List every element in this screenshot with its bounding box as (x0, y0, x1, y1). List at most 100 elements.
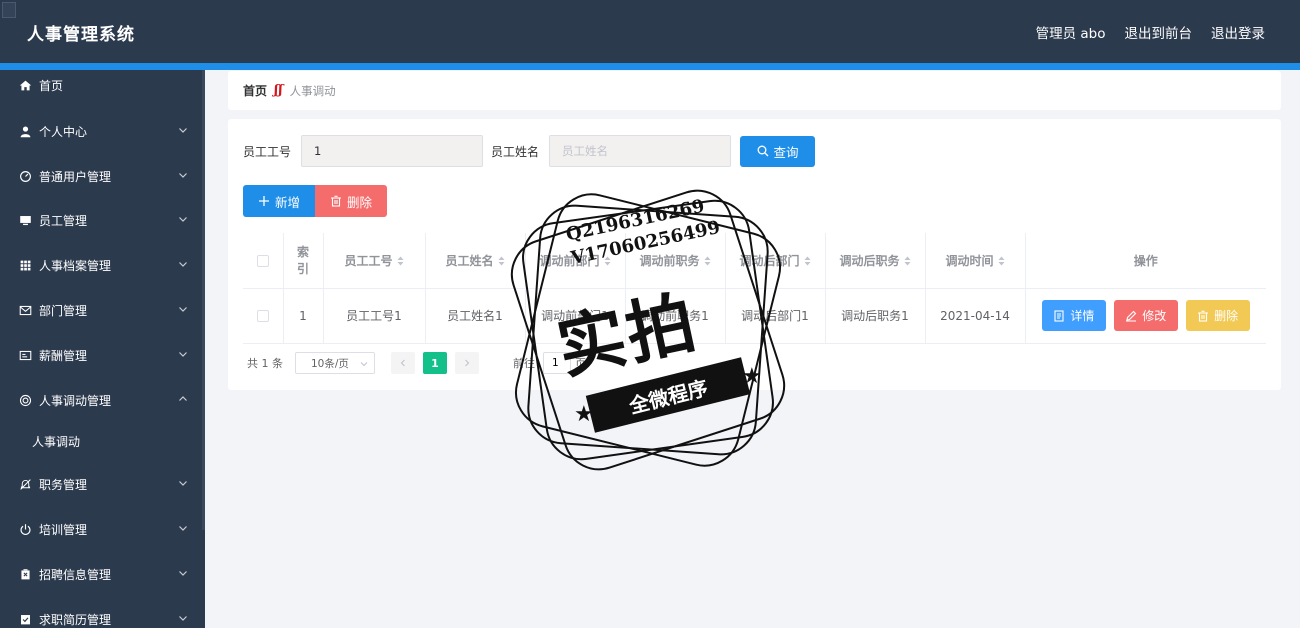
search-icon (757, 145, 768, 157)
back-to-frontend-link[interactable]: 退出到前台 (1125, 22, 1193, 42)
col-operations: 操作 (1025, 233, 1266, 289)
admin-user-link[interactable]: 管理员 abo (1036, 22, 1106, 42)
cell-emp-no: 员工工号1 (323, 288, 426, 344)
select-all-cell (243, 233, 284, 289)
sidebar-item-label: 个人中心 (39, 124, 88, 139)
top-header: 人事管理系统 管理员 abo 退出到前台 退出登录 (0, 0, 1300, 63)
chevron-down-icon (179, 217, 187, 222)
breadcrumb: 首页 ʃʃ 人事调动 (228, 71, 1281, 110)
monitor-icon (18, 213, 32, 227)
cell-after-dept: 调动后部门1 (725, 288, 826, 344)
row-checkbox[interactable] (256, 310, 269, 322)
star-icon: ★ (574, 402, 594, 427)
sort-icon[interactable] (704, 256, 711, 266)
chevron-down-icon (179, 526, 187, 531)
sort-icon[interactable] (998, 256, 1005, 266)
sort-icon[interactable] (804, 256, 811, 266)
sidebar-item-position-management[interactable]: 职务管理 (0, 467, 205, 501)
next-page-button[interactable] (455, 352, 479, 374)
edit-button[interactable]: 修改 (1113, 300, 1178, 331)
page-suffix: 页 (575, 357, 586, 370)
emp-name-label: 员工姓名 (491, 144, 540, 159)
chevron-down-icon (360, 362, 368, 367)
sidebar-item-personal-center[interactable]: 个人中心 (0, 114, 205, 148)
sidebar-item-label: 职务管理 (39, 477, 88, 492)
goto-label: 前往 (513, 357, 535, 370)
chevron-right-icon (465, 359, 470, 367)
sidebar-item-department-management[interactable]: 部门管理 (0, 293, 205, 327)
select-all-checkbox[interactable] (256, 254, 269, 267)
col-emp-no[interactable]: 员工工号 (323, 233, 426, 289)
cell-before-dept: 调动前部门1 (525, 288, 626, 344)
col-before-job[interactable]: 调动前职务 (625, 233, 726, 289)
pagination-total: 共 1 条 (247, 357, 283, 370)
chevron-down-icon (179, 571, 187, 576)
document-icon (1054, 309, 1064, 322)
col-transfer-time[interactable]: 调动时间 (925, 233, 1026, 289)
accent-bar (0, 63, 1300, 70)
detail-button[interactable]: 详情 (1041, 300, 1106, 331)
sort-icon[interactable] (604, 256, 611, 266)
col-after-dept[interactable]: 调动后部门 (725, 233, 826, 289)
transfer-table: 索引 员工工号 员工姓名 调动前部门 调动前职务 调动后部门 调动后职务 调动时… (243, 233, 1266, 344)
sort-icon[interactable] (397, 256, 404, 266)
goto-page-input[interactable] (543, 352, 571, 374)
sidebar-item-label: 普通用户管理 (39, 169, 112, 184)
table-row: 1 员工工号1 员工姓名1 调动前部门1 调动前职务1 调动后部门1 调动后职务… (243, 288, 1266, 344)
sidebar-item-label: 部门管理 (39, 303, 88, 318)
sidebar-item-label: 求职简历管理 (39, 612, 112, 627)
page-size-select[interactable]: 10条/页 (295, 352, 375, 374)
cell-operations: 详情 修改 删除 (1025, 288, 1266, 344)
page-number-current[interactable]: 1 (423, 352, 447, 374)
emp-no-input[interactable] (301, 135, 484, 167)
chevron-up-icon (179, 396, 187, 401)
sidebar-item-recruitment-management[interactable]: 招聘信息管理 (0, 557, 205, 591)
sidebar-item-training-management[interactable]: 培训管理 (0, 512, 205, 546)
sort-icon[interactable] (904, 256, 911, 266)
dashboard-icon (18, 169, 32, 183)
power-icon (18, 522, 32, 536)
col-emp-name[interactable]: 员工姓名 (425, 233, 526, 289)
batch-delete-button[interactable]: 删除 (315, 185, 387, 217)
card-icon (18, 348, 32, 362)
sidebar-item-employee-management[interactable]: 员工管理 (0, 203, 205, 237)
col-before-dept[interactable]: 调动前部门 (525, 233, 626, 289)
user-icon (18, 124, 32, 138)
logout-link[interactable]: 退出登录 (1211, 22, 1265, 42)
sidebar-item-user-management[interactable]: 普通用户管理 (0, 159, 205, 193)
chevron-down-icon (179, 307, 187, 312)
prev-page-button[interactable] (391, 352, 415, 374)
query-button[interactable]: 查询 (740, 135, 816, 167)
chevron-down-icon (179, 481, 187, 486)
cog-circle-icon (18, 393, 32, 407)
sidebar-item-transfer-management[interactable]: 人事调动管理 (0, 383, 205, 417)
add-button[interactable]: 新增 (243, 185, 315, 217)
sort-icon[interactable] (498, 256, 505, 266)
sidebar-subitem-transfer[interactable]: 人事调动 (0, 426, 205, 456)
cell-index: 1 (283, 288, 324, 344)
sidebar-item-home[interactable]: 首页 (0, 70, 205, 102)
sidebar-item-archive-management[interactable]: 人事档案管理 (0, 248, 205, 282)
plus-icon (258, 196, 269, 206)
pencil-icon (1126, 310, 1137, 321)
bell-off-icon (18, 477, 32, 491)
breadcrumb-home[interactable]: 首页 (243, 82, 267, 99)
chevron-down-icon (179, 173, 187, 178)
breadcrumb-separator-icon: ʃʃ (274, 83, 283, 98)
cell-before-job: 调动前职务1 (625, 288, 726, 344)
cell-emp-name: 员工姓名1 (425, 288, 526, 344)
cell-transfer-time: 2021-04-14 (925, 288, 1026, 344)
emp-no-label: 员工工号 (243, 144, 292, 159)
query-button-label: 查询 (773, 144, 799, 160)
grid-icon (18, 258, 32, 272)
emp-name-input[interactable] (549, 135, 732, 167)
sidebar-item-salary-management[interactable]: 薪酬管理 (0, 338, 205, 372)
header-nav: 管理员 abo 退出到前台 退出登录 (1036, 22, 1265, 42)
col-after-job[interactable]: 调动后职务 (825, 233, 926, 289)
sidebar-item-resume-management[interactable]: 求职简历管理 (0, 602, 205, 628)
row-delete-button[interactable]: 删除 (1185, 300, 1250, 331)
col-index: 索引 (283, 233, 324, 289)
add-button-label: 新增 (274, 194, 300, 210)
trash-icon (1198, 310, 1209, 322)
cell-after-job: 调动后职务1 (825, 288, 926, 344)
